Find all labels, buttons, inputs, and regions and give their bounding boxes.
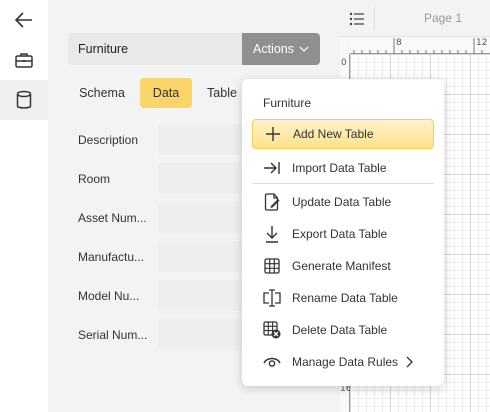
- ruler-label-12: 12: [476, 38, 488, 48]
- menu-item-label: Export Data Table: [292, 227, 388, 241]
- field-label-asset-number: Asset Num...: [78, 211, 147, 225]
- toolbar-divider: [374, 6, 375, 31]
- horizontal-ruler-ticks: [353, 38, 483, 54]
- menu-item-label: Import Data Table: [292, 161, 387, 175]
- chevron-down-icon: [299, 46, 309, 52]
- list-icon: [349, 12, 364, 25]
- actions-button[interactable]: Actions: [242, 33, 320, 65]
- menu-header: Furniture: [263, 96, 312, 110]
- field-label-serial-number: Serial Num...: [78, 328, 148, 342]
- menu-item-label: Update Data Table: [292, 195, 392, 209]
- table-delete-icon: [252, 321, 292, 339]
- menu-item-rename-data-table[interactable]: Rename Data Table: [252, 283, 434, 313]
- back-button[interactable]: [0, 0, 48, 40]
- menu-item-generate-manifest[interactable]: Generate Manifest: [252, 251, 434, 281]
- database-icon: [16, 90, 32, 109]
- tab-table[interactable]: Table: [198, 78, 246, 108]
- menu-item-import-data-table[interactable]: Import Data Table: [252, 153, 434, 183]
- menu-item-delete-data-table[interactable]: Delete Data Table: [252, 315, 434, 345]
- canvas-toolbar: Page 1: [340, 0, 490, 37]
- menu-item-update-data-table[interactable]: Update Data Table: [252, 187, 434, 217]
- back-arrow-icon: [14, 12, 32, 28]
- edit-document-icon: [252, 193, 292, 211]
- icon-rail: [0, 0, 48, 412]
- tab-schema[interactable]: Schema: [68, 78, 136, 108]
- menu-item-label: Manage Data Rules: [292, 355, 399, 369]
- page-tab[interactable]: Page 1: [424, 11, 462, 25]
- eye-icon: [252, 356, 292, 368]
- database-button[interactable]: [0, 80, 48, 120]
- ruler-label-0: 0: [341, 58, 347, 68]
- rename-cursor-icon: [252, 289, 292, 307]
- field-label-manufacturer: Manufactu...: [78, 250, 145, 264]
- import-arrow-icon: [252, 160, 292, 176]
- briefcase-button[interactable]: [0, 40, 48, 80]
- download-arrow-icon: [252, 225, 292, 243]
- field-label-model-number: Model Nu...: [78, 289, 140, 303]
- outline-button[interactable]: [340, 0, 374, 37]
- menu-divider: [252, 183, 434, 184]
- actions-label: Actions: [253, 42, 294, 56]
- menu-item-label: Rename Data Table: [292, 291, 398, 305]
- menu-item-export-data-table[interactable]: Export Data Table: [252, 219, 434, 249]
- menu-item-label: Add New Table: [293, 127, 374, 141]
- briefcase-icon: [15, 53, 33, 68]
- actions-menu: Furniture Add New Table Import Data Tabl…: [242, 79, 444, 386]
- chevron-right-icon: [406, 356, 414, 368]
- ruler-label-8: 8: [396, 38, 402, 48]
- menu-item-add-new-table[interactable]: Add New Table: [252, 119, 434, 149]
- dataset-name-field[interactable]: Furniture: [68, 33, 242, 65]
- field-label-description: Description: [78, 133, 139, 147]
- table-grid-icon: [252, 258, 292, 274]
- field-label-room: Room: [78, 172, 111, 186]
- menu-item-manage-data-rules[interactable]: Manage Data Rules: [252, 347, 434, 377]
- menu-item-label: Generate Manifest: [292, 259, 391, 273]
- plus-icon: [253, 126, 293, 142]
- tab-data[interactable]: Data: [140, 78, 192, 108]
- horizontal-ruler: 8 12: [350, 38, 490, 54]
- menu-item-label: Delete Data Table: [292, 323, 388, 337]
